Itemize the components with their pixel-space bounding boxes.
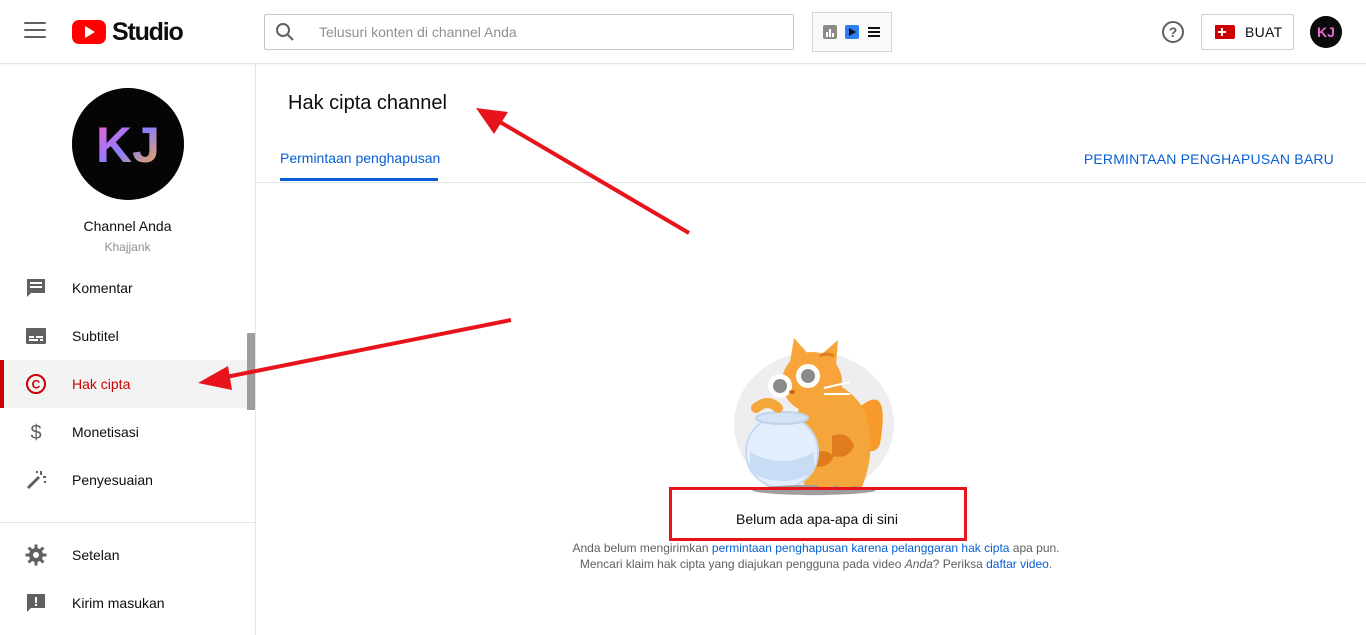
magic-wand-icon: [24, 468, 48, 492]
tab-divider: [256, 182, 1366, 183]
sidebar-item-monetisasi[interactable]: $ Monetisasi: [0, 408, 255, 456]
channel-name: Channel Anda: [83, 218, 172, 234]
channel-avatar[interactable]: KJ: [72, 88, 184, 200]
subtitles-icon: [24, 324, 48, 348]
channel-avatar-initials: KJ: [96, 117, 160, 173]
search-box: [264, 14, 794, 50]
create-button-label: BUAT: [1245, 24, 1283, 40]
channel-handle: Khajjank: [104, 240, 151, 254]
menu-icon[interactable]: [24, 22, 46, 42]
sidebar-item-subtitel[interactable]: Subtitel: [0, 312, 255, 360]
svg-text:C: C: [32, 378, 41, 392]
search-input[interactable]: [319, 17, 779, 47]
page-title: Hak cipta channel: [288, 92, 447, 114]
list-extension-icon[interactable]: [866, 24, 882, 40]
search-icon[interactable]: [265, 15, 305, 49]
empty-state-description: Anda belum mengirimkan permintaan pengha…: [456, 540, 1176, 572]
left-navigation: KJ Channel Anda Khajjank Komentar Subtit…: [0, 64, 256, 635]
sidebar-item-label: Monetisasi: [72, 424, 139, 440]
dollar-icon: $: [24, 420, 48, 444]
empty-state-line-1: Anda belum mengirimkan permintaan pengha…: [572, 541, 1060, 555]
feedback-icon: [24, 591, 48, 615]
sidebar-item-kirim-masukan[interactable]: Kirim masukan: [0, 579, 255, 627]
sidebar-item-setelan[interactable]: Setelan: [0, 531, 255, 579]
new-removal-request-button[interactable]: PERMINTAAN PENGHAPUSAN BARU: [1084, 151, 1334, 167]
sidebar-item-label: Hak cipta: [72, 376, 131, 392]
analytics-extension-icon[interactable]: [822, 24, 838, 40]
logo-text: Studio: [112, 18, 184, 46]
youtube-studio-logo[interactable]: Studio: [72, 18, 184, 46]
sidebar-divider: [0, 522, 255, 523]
highlight-rectangle-annotation: [669, 487, 967, 541]
gear-icon: [24, 543, 48, 567]
svg-text:$: $: [30, 422, 41, 443]
account-avatar[interactable]: KJ: [1310, 16, 1342, 48]
player-extension-icon[interactable]: [844, 24, 860, 40]
youtube-play-icon: [72, 20, 106, 44]
video-list-link[interactable]: daftar video: [986, 557, 1049, 571]
sidebar-item-label: Komentar: [72, 280, 133, 296]
sidebar-item-label: Subtitel: [72, 328, 119, 344]
active-tab-indicator: [280, 178, 438, 181]
sidebar-item-hak-cipta[interactable]: C Hak cipta: [0, 360, 255, 408]
create-button[interactable]: BUAT: [1201, 14, 1294, 50]
main-content: Hak cipta channel Permintaan penghapusan…: [256, 64, 1366, 635]
empty-state-cat-illustration: [732, 336, 896, 496]
sidebar-scrollbar[interactable]: [247, 333, 255, 410]
sidebar-item-label: Kirim masukan: [72, 595, 165, 611]
sidebar-item-label: Setelan: [72, 547, 120, 563]
sidebar-item-komentar[interactable]: Komentar: [0, 264, 255, 312]
empty-state-line-2: Mencari klaim hak cipta yang diajukan pe…: [579, 557, 1053, 571]
comment-icon: [24, 276, 48, 300]
copyright-icon: C: [24, 372, 48, 396]
top-app-bar: Studio ? BUAT KJ: [0, 0, 1366, 64]
removal-request-link[interactable]: permintaan penghapusan karena pelanggara…: [712, 541, 1010, 555]
sidebar-item-label: Penyesuaian: [72, 472, 153, 488]
sidebar-item-penyesuaian[interactable]: Penyesuaian: [0, 456, 255, 504]
create-video-icon: [1215, 25, 1235, 39]
svg-text:KJ: KJ: [1317, 24, 1335, 40]
help-icon[interactable]: ?: [1162, 21, 1184, 43]
browser-extension-toolbar: [812, 12, 892, 52]
